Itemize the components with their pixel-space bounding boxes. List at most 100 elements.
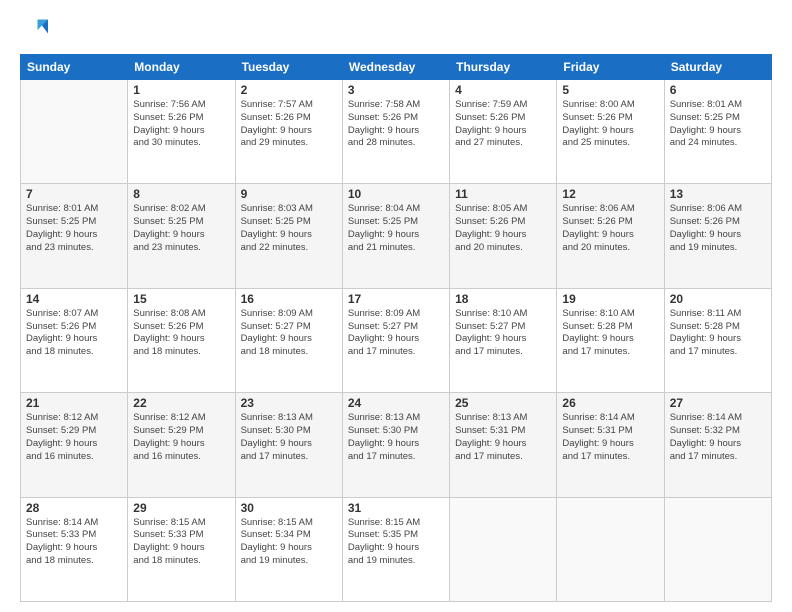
day-info: Sunrise: 8:12 AM Sunset: 5:29 PM Dayligh…: [133, 412, 229, 463]
day-number: 27: [670, 396, 766, 410]
page: SundayMondayTuesdayWednesdayThursdayFrid…: [0, 0, 792, 612]
day-info: Sunrise: 7:59 AM Sunset: 5:26 PM Dayligh…: [455, 99, 551, 150]
day-number: 28: [26, 501, 122, 515]
day-cell: 27 Sunrise: 8:14 AM Sunset: 5:32 PM Dayli…: [664, 393, 771, 497]
day-info: Sunrise: 8:07 AM Sunset: 5:26 PM Dayligh…: [26, 308, 122, 359]
day-number: 6: [670, 83, 766, 97]
day-cell: 16 Sunrise: 8:09 AM Sunset: 5:27 PM Dayli…: [235, 288, 342, 392]
day-number: 25: [455, 396, 551, 410]
day-cell: [450, 497, 557, 601]
day-info: Sunrise: 8:05 AM Sunset: 5:26 PM Dayligh…: [455, 203, 551, 254]
day-info: Sunrise: 8:06 AM Sunset: 5:26 PM Dayligh…: [562, 203, 658, 254]
day-info: Sunrise: 8:13 AM Sunset: 5:30 PM Dayligh…: [241, 412, 337, 463]
day-info: Sunrise: 8:11 AM Sunset: 5:28 PM Dayligh…: [670, 308, 766, 359]
day-info: Sunrise: 7:58 AM Sunset: 5:26 PM Dayligh…: [348, 99, 444, 150]
day-cell: 15 Sunrise: 8:08 AM Sunset: 5:26 PM Dayli…: [128, 288, 235, 392]
day-info: Sunrise: 8:09 AM Sunset: 5:27 PM Dayligh…: [348, 308, 444, 359]
day-number: 3: [348, 83, 444, 97]
week-row-5: 28 Sunrise: 8:14 AM Sunset: 5:33 PM Dayli…: [21, 497, 772, 601]
day-info: Sunrise: 8:12 AM Sunset: 5:29 PM Dayligh…: [26, 412, 122, 463]
day-number: 11: [455, 187, 551, 201]
day-cell: 1 Sunrise: 7:56 AM Sunset: 5:26 PM Daylig…: [128, 80, 235, 184]
day-number: 8: [133, 187, 229, 201]
day-number: 19: [562, 292, 658, 306]
day-info: Sunrise: 8:06 AM Sunset: 5:26 PM Dayligh…: [670, 203, 766, 254]
day-number: 24: [348, 396, 444, 410]
day-number: 31: [348, 501, 444, 515]
calendar: SundayMondayTuesdayWednesdayThursdayFrid…: [20, 54, 772, 602]
day-number: 13: [670, 187, 766, 201]
col-header-sunday: Sunday: [21, 55, 128, 80]
day-info: Sunrise: 8:14 AM Sunset: 5:32 PM Dayligh…: [670, 412, 766, 463]
day-cell: [664, 497, 771, 601]
day-info: Sunrise: 7:57 AM Sunset: 5:26 PM Dayligh…: [241, 99, 337, 150]
col-header-tuesday: Tuesday: [235, 55, 342, 80]
header-row: SundayMondayTuesdayWednesdayThursdayFrid…: [21, 55, 772, 80]
day-number: 20: [670, 292, 766, 306]
day-cell: 18 Sunrise: 8:10 AM Sunset: 5:27 PM Dayli…: [450, 288, 557, 392]
day-cell: 5 Sunrise: 8:00 AM Sunset: 5:26 PM Daylig…: [557, 80, 664, 184]
day-info: Sunrise: 8:02 AM Sunset: 5:25 PM Dayligh…: [133, 203, 229, 254]
col-header-wednesday: Wednesday: [342, 55, 449, 80]
week-row-1: 1 Sunrise: 7:56 AM Sunset: 5:26 PM Daylig…: [21, 80, 772, 184]
day-cell: 6 Sunrise: 8:01 AM Sunset: 5:25 PM Daylig…: [664, 80, 771, 184]
col-header-saturday: Saturday: [664, 55, 771, 80]
col-header-thursday: Thursday: [450, 55, 557, 80]
week-row-4: 21 Sunrise: 8:12 AM Sunset: 5:29 PM Dayli…: [21, 393, 772, 497]
day-cell: 8 Sunrise: 8:02 AM Sunset: 5:25 PM Daylig…: [128, 184, 235, 288]
day-number: 1: [133, 83, 229, 97]
day-cell: [557, 497, 664, 601]
day-info: Sunrise: 8:01 AM Sunset: 5:25 PM Dayligh…: [26, 203, 122, 254]
day-number: 10: [348, 187, 444, 201]
day-number: 22: [133, 396, 229, 410]
day-info: Sunrise: 8:03 AM Sunset: 5:25 PM Dayligh…: [241, 203, 337, 254]
day-info: Sunrise: 8:10 AM Sunset: 5:28 PM Dayligh…: [562, 308, 658, 359]
day-cell: 14Sunrise: 8:07 AM Sunset: 5:26 PM Dayli…: [21, 288, 128, 392]
logo-icon: [20, 16, 48, 44]
day-cell: 24Sunrise: 8:13 AM Sunset: 5:30 PM Dayli…: [342, 393, 449, 497]
day-info: Sunrise: 7:56 AM Sunset: 5:26 PM Dayligh…: [133, 99, 229, 150]
day-info: Sunrise: 8:09 AM Sunset: 5:27 PM Dayligh…: [241, 308, 337, 359]
day-cell: 28 Sunrise: 8:14 AM Sunset: 5:33 PM Dayli…: [21, 497, 128, 601]
day-number: 15: [133, 292, 229, 306]
day-cell: 9 Sunrise: 8:03 AM Sunset: 5:25 PM Daylig…: [235, 184, 342, 288]
day-cell: 2 Sunrise: 7:57 AM Sunset: 5:26 PM Daylig…: [235, 80, 342, 184]
day-cell: 25 Sunrise: 8:13 AM Sunset: 5:31 PM Dayli…: [450, 393, 557, 497]
day-info: Sunrise: 8:15 AM Sunset: 5:33 PM Dayligh…: [133, 517, 229, 568]
day-info: Sunrise: 8:10 AM Sunset: 5:27 PM Dayligh…: [455, 308, 551, 359]
day-number: 16: [241, 292, 337, 306]
day-cell: 23 Sunrise: 8:13 AM Sunset: 5:30 PM Dayli…: [235, 393, 342, 497]
day-cell: 10Sunrise: 8:04 AM Sunset: 5:25 PM Dayli…: [342, 184, 449, 288]
col-header-friday: Friday: [557, 55, 664, 80]
day-cell: 3 Sunrise: 7:58 AM Sunset: 5:26 PM Daylig…: [342, 80, 449, 184]
col-header-monday: Monday: [128, 55, 235, 80]
day-number: 23: [241, 396, 337, 410]
day-cell: 21 Sunrise: 8:12 AM Sunset: 5:29 PM Dayli…: [21, 393, 128, 497]
day-number: 18: [455, 292, 551, 306]
day-info: Sunrise: 8:01 AM Sunset: 5:25 PM Dayligh…: [670, 99, 766, 150]
day-cell: 22 Sunrise: 8:12 AM Sunset: 5:29 PM Dayli…: [128, 393, 235, 497]
week-row-3: 14Sunrise: 8:07 AM Sunset: 5:26 PM Dayli…: [21, 288, 772, 392]
day-cell: 20 Sunrise: 8:11 AM Sunset: 5:28 PM Dayli…: [664, 288, 771, 392]
day-cell: 17 Sunrise: 8:09 AM Sunset: 5:27 PM Dayli…: [342, 288, 449, 392]
day-cell: 19 Sunrise: 8:10 AM Sunset: 5:28 PM Dayli…: [557, 288, 664, 392]
day-number: 17: [348, 292, 444, 306]
day-number: 21: [26, 396, 122, 410]
day-info: Sunrise: 8:00 AM Sunset: 5:26 PM Dayligh…: [562, 99, 658, 150]
week-row-2: 7Sunrise: 8:01 AM Sunset: 5:25 PM Daylig…: [21, 184, 772, 288]
day-cell: 30Sunrise: 8:15 AM Sunset: 5:34 PM Dayli…: [235, 497, 342, 601]
day-number: 29: [133, 501, 229, 515]
day-info: Sunrise: 8:14 AM Sunset: 5:33 PM Dayligh…: [26, 517, 122, 568]
header: [20, 16, 772, 44]
day-info: Sunrise: 8:13 AM Sunset: 5:31 PM Dayligh…: [455, 412, 551, 463]
day-cell: 26Sunrise: 8:14 AM Sunset: 5:31 PM Dayli…: [557, 393, 664, 497]
day-info: Sunrise: 8:15 AM Sunset: 5:34 PM Dayligh…: [241, 517, 337, 568]
day-cell: 11 Sunrise: 8:05 AM Sunset: 5:26 PM Dayli…: [450, 184, 557, 288]
day-number: 9: [241, 187, 337, 201]
day-info: Sunrise: 8:08 AM Sunset: 5:26 PM Dayligh…: [133, 308, 229, 359]
day-cell: 4Sunrise: 7:59 AM Sunset: 5:26 PM Daylig…: [450, 80, 557, 184]
day-number: 5: [562, 83, 658, 97]
day-number: 2: [241, 83, 337, 97]
day-number: 12: [562, 187, 658, 201]
day-cell: 12 Sunrise: 8:06 AM Sunset: 5:26 PM Dayli…: [557, 184, 664, 288]
